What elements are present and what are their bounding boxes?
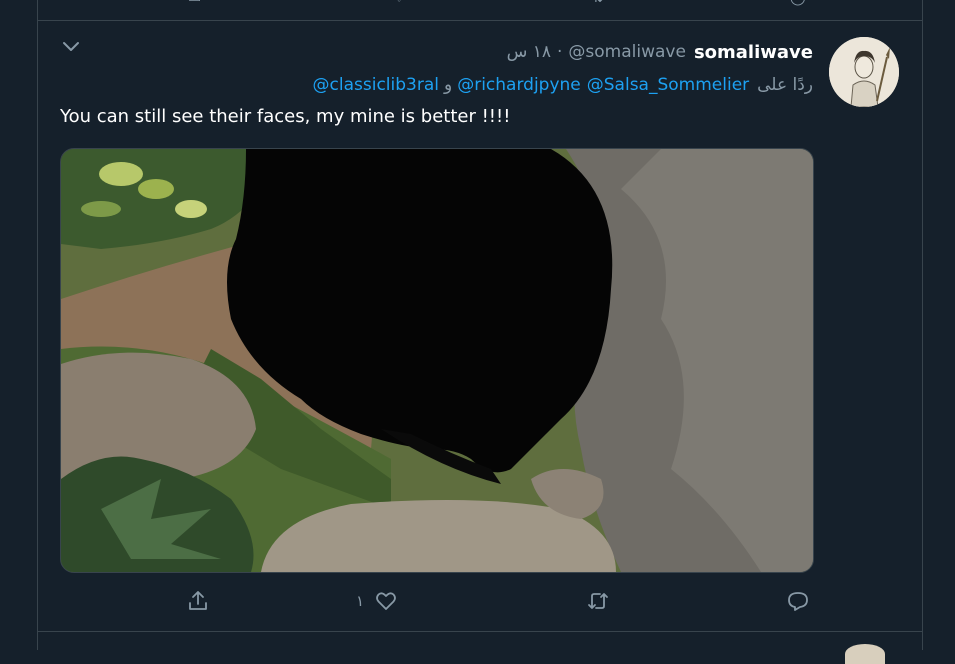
header-separator: ·: [557, 42, 563, 62]
next-tweet-avatar[interactable]: [845, 644, 885, 664]
reply-mention-2[interactable]: @richardjpyne: [457, 75, 581, 95]
retweet-button[interactable]: [586, 588, 610, 614]
reply-icon: [788, 592, 808, 611]
previous-like-icon[interactable]: ♡: [393, 0, 406, 6]
avatar[interactable]: [829, 37, 899, 107]
reply-mention-3[interactable]: @classiclib3ral: [313, 75, 439, 95]
tweet-divider-top: [38, 20, 922, 21]
column-border-left: [37, 0, 38, 650]
previous-retweet-icon[interactable]: ⇅: [592, 0, 604, 6]
like-button[interactable]: ١: [356, 588, 398, 614]
tweet-divider-bottom: [38, 631, 922, 632]
share-button[interactable]: [186, 588, 210, 614]
tweet-media-image[interactable]: [60, 148, 814, 573]
like-count: ١: [356, 592, 365, 610]
display-name[interactable]: somaliwave: [694, 42, 813, 63]
timeline-column: ▭ ♡ ⇅ ◯ ١٨ س · @somaliwave somaliwave: [0, 0, 955, 664]
user-handle[interactable]: @somaliwave: [568, 42, 686, 62]
reply-context: @classiclib3ral و @richardjpyne @Salsa_S…: [313, 73, 813, 97]
column-border-right: [922, 0, 923, 650]
previous-share-icon[interactable]: ▭: [188, 0, 201, 6]
previous-reply-icon[interactable]: ◯: [790, 0, 806, 6]
chevron-down-icon[interactable]: [62, 40, 80, 54]
heart-icon: [376, 592, 396, 610]
reply-mention-1[interactable]: @Salsa_Sommelier: [587, 75, 749, 95]
tweet-header: ١٨ س · @somaliwave somaliwave: [507, 40, 813, 64]
tweet-text: You can still see their faces, my mine i…: [60, 106, 511, 127]
previous-tweet-actions: ▭ ♡ ⇅ ◯: [0, 0, 955, 8]
reply-conjunction: و: [444, 75, 453, 95]
reply-prefix: ردًا على: [757, 75, 813, 95]
tweet-time[interactable]: ١٨ س: [507, 42, 551, 62]
retweet-icon: [588, 593, 608, 609]
reply-button[interactable]: [786, 588, 810, 614]
share-icon: [189, 591, 207, 610]
